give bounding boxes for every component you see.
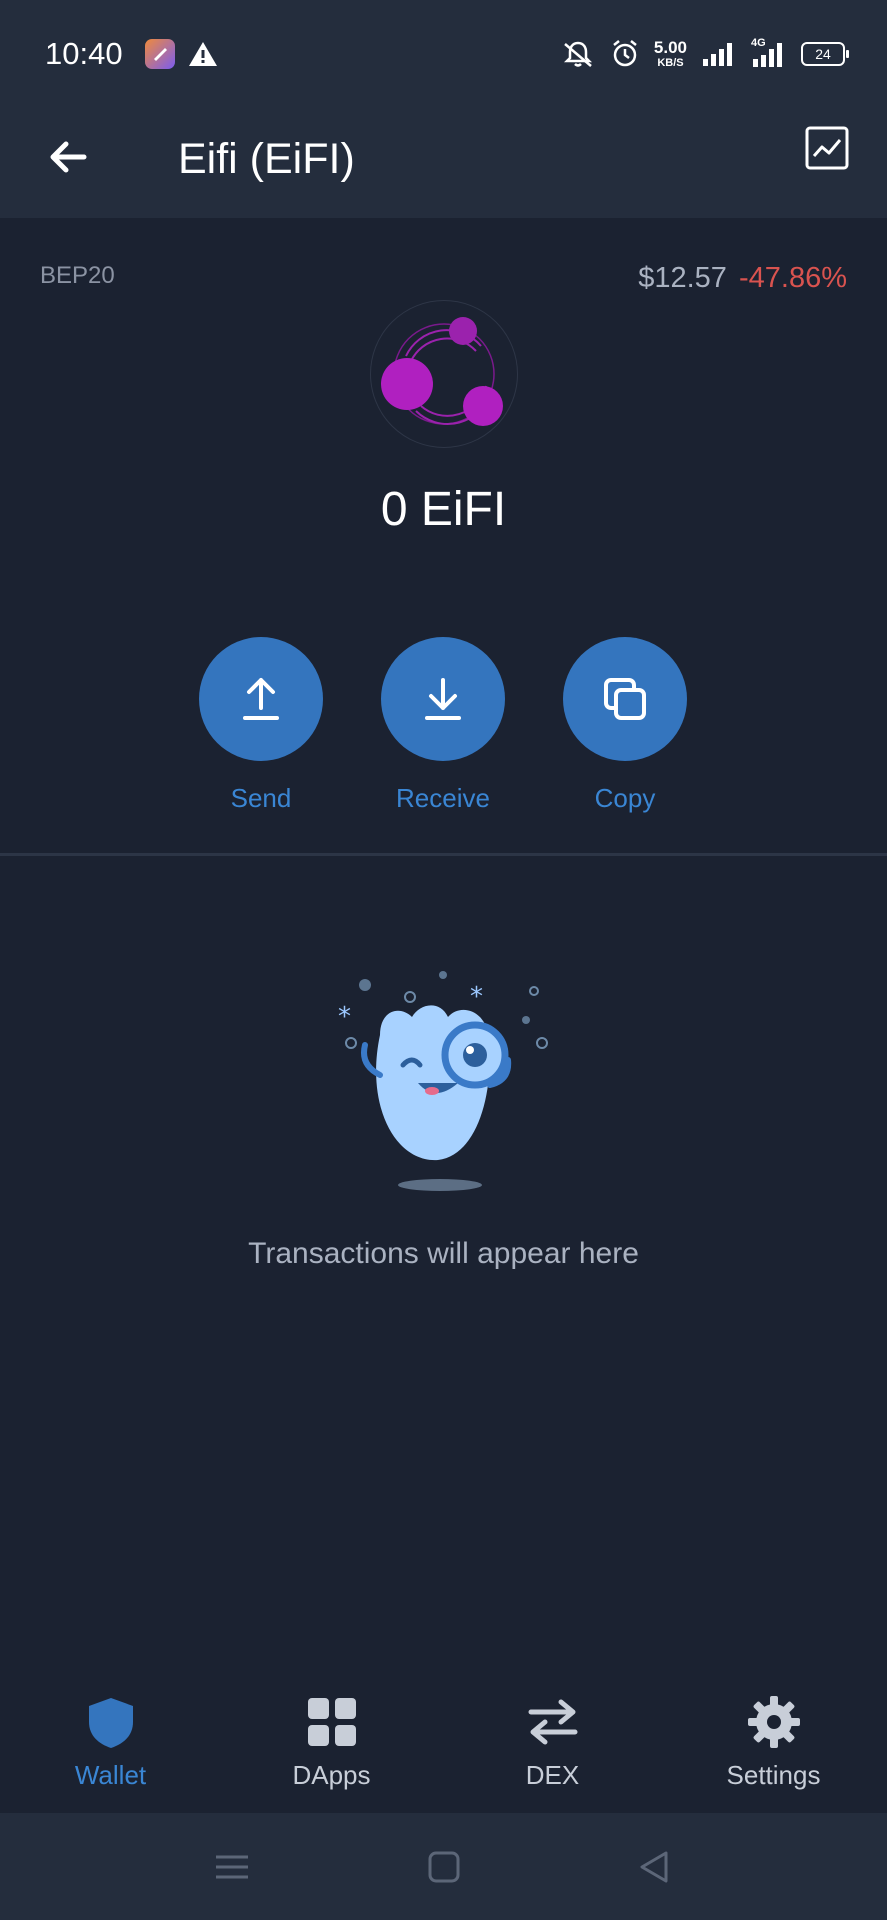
svg-text:*: * <box>338 1002 351 1032</box>
token-price: $12.57 <box>638 262 727 294</box>
muted-bell-icon <box>563 41 592 67</box>
send-button[interactable]: Send <box>181 637 341 814</box>
nav-settings-label: Settings <box>726 1760 821 1790</box>
back-arrow-icon[interactable] <box>44 132 94 182</box>
empty-state-illustration: * * <box>338 971 548 1191</box>
grid-icon <box>308 1698 356 1746</box>
nav-dex-label: DEX <box>525 1760 580 1790</box>
receive-label: Receive <box>396 783 490 813</box>
receive-circle[interactable] <box>381 637 505 761</box>
copy-label: Copy <box>594 783 656 813</box>
back-triangle-icon[interactable] <box>632 1845 676 1889</box>
nav-dapps[interactable]: DApps <box>221 1668 442 1813</box>
network-speed: 5.00 KB/S <box>654 39 687 69</box>
status-icons: 5.00 KB/S 4G 24 <box>560 36 849 72</box>
svg-text:*: * <box>470 982 483 1012</box>
nav-dapps-label: DApps <box>292 1760 371 1790</box>
system-nav-bar <box>0 1813 887 1920</box>
battery-level: 24 <box>815 46 831 62</box>
signal-icon <box>703 43 732 66</box>
swap-arrows-icon <box>528 1699 578 1745</box>
copy-circle[interactable] <box>563 637 687 761</box>
status-time: 10:40 <box>45 36 123 71</box>
shield-icon <box>89 1698 133 1748</box>
warning-icon <box>189 42 217 66</box>
chart-icon[interactable] <box>805 126 849 170</box>
copy-icon <box>604 678 646 720</box>
gear-icon <box>748 1696 800 1748</box>
nav-wallet-label: Wallet <box>74 1760 147 1790</box>
receive-button[interactable]: Receive <box>363 637 523 814</box>
battery-icon: 24 <box>801 42 849 66</box>
network-speed-unit: KB/S <box>657 57 684 69</box>
nav-wallet[interactable]: Wallet <box>0 1668 221 1813</box>
price-change: -47.86% <box>738 262 847 294</box>
nav-dex[interactable]: DEX <box>442 1668 663 1813</box>
copy-button[interactable]: Copy <box>545 637 705 814</box>
token-logo <box>370 300 518 448</box>
menu-icon[interactable] <box>210 1845 254 1889</box>
network-speed-value: 5.00 <box>653 38 687 57</box>
home-icon[interactable] <box>422 1845 466 1889</box>
send-circle[interactable] <box>199 637 323 761</box>
upload-arrow-icon <box>243 678 279 720</box>
signal-4g-icon: 4G <box>749 37 787 69</box>
alarm-icon <box>613 40 637 67</box>
status-bar: 10:40 5.00 KB/S 4G 24 <box>0 0 887 110</box>
divider <box>0 853 887 856</box>
page-title: Eifi (EiFI) <box>178 135 355 183</box>
bottom-nav: Wallet DApps DEX Settings <box>0 1668 887 1813</box>
nav-settings[interactable]: Settings <box>663 1668 884 1813</box>
token-balance: 0 EiFI <box>380 483 507 536</box>
empty-state-message: Transactions will appear here <box>248 1237 639 1270</box>
price-row: $12.57 -47.86% <box>638 262 847 295</box>
network-label: BEP20 <box>40 262 115 289</box>
send-label: Send <box>230 783 292 813</box>
download-arrow-icon <box>425 678 461 720</box>
action-buttons: Send Receive Copy <box>0 637 887 817</box>
app-notification-icon <box>145 39 175 69</box>
app-bar: Eifi (EiFI) <box>0 110 887 218</box>
